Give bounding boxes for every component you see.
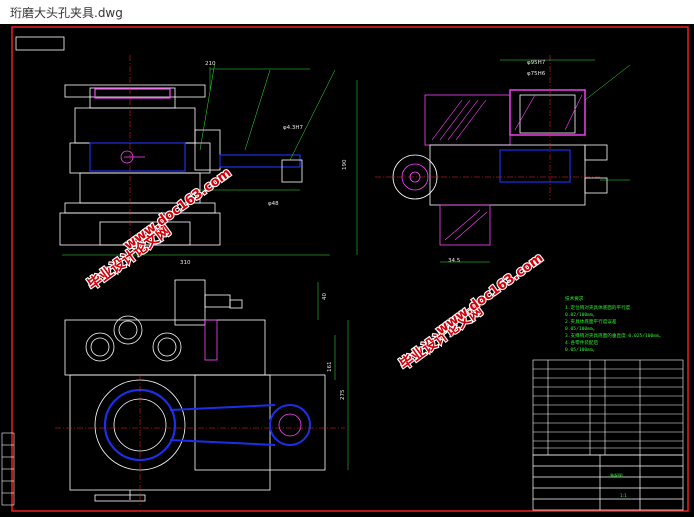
cad-drawing: 210 310 φ4.3H7 φ48 190 34.5 φ75H6 φ95H7 <box>1 26 689 512</box>
side-section-view <box>356 55 631 263</box>
front-view <box>59 55 336 265</box>
dim-161: 161 <box>327 362 333 373</box>
dim-tol-2: φ48 <box>268 201 279 207</box>
dim-40: 40 <box>322 293 328 300</box>
dim-210: 210 <box>205 61 216 67</box>
tech-note-line-6: 4.各零件装配后 <box>565 339 599 346</box>
tech-note-line-3: 2.夹具体底面平行度误差 <box>565 318 617 325</box>
watermark-text-cn-1: 毕业设计论文网 <box>84 222 173 293</box>
dim-190: 190 <box>342 159 348 170</box>
dim-275: 275 <box>340 389 346 400</box>
dim-310: 310 <box>180 260 191 266</box>
drawing-canvas[interactable]: 210 310 φ4.3H7 φ48 190 34.5 φ75H6 φ95H7 <box>0 24 694 517</box>
dim-34-5: 34.5 <box>448 258 461 264</box>
drawing-number-box <box>15 36 65 51</box>
title-block-scale: 1:1 <box>620 493 627 498</box>
tech-note-line-1: 1.定位销对夹具体底面的平行度 <box>565 304 631 311</box>
window-title-bar: 珩磨大头孔夹具.dwg <box>0 0 694 24</box>
title-block-drawing-name: 装配图 <box>610 472 623 479</box>
watermark-group-2: 毕业设计论文网 www.doc163.com <box>395 250 547 375</box>
tech-note-line-5: 3.支撑销对夹具底面的垂直度 0.025/100mm。 <box>565 332 663 339</box>
title-block <box>532 454 684 511</box>
dim-tol-4: φ95H7 <box>527 60 546 66</box>
tech-note-line-7: 0.05/100mm。 <box>565 347 597 353</box>
tech-note-line-2: 0.02/100mm。 <box>565 312 597 318</box>
dim-tol-3: φ75H6 <box>527 71 546 77</box>
parts-list <box>532 359 684 456</box>
tech-notes-heading: 技术要求 <box>565 295 584 302</box>
watermark-group-1: 毕业设计论文网 www.doc163.com <box>83 165 235 295</box>
watermark-text-url-1: www.doc163.com <box>122 166 235 254</box>
plan-view <box>55 279 349 505</box>
window-title: 珩磨大头孔夹具.dwg <box>10 6 123 20</box>
side-hatching <box>431 94 583 241</box>
tech-note-line-4: 0.05/100mm。 <box>565 326 597 332</box>
technical-notes: 技术要求 1.定位销对夹具体底面的平行度 0.02/100mm。 2.夹具体底面… <box>565 295 663 353</box>
dim-tol-1: φ4.3H7 <box>283 125 304 131</box>
